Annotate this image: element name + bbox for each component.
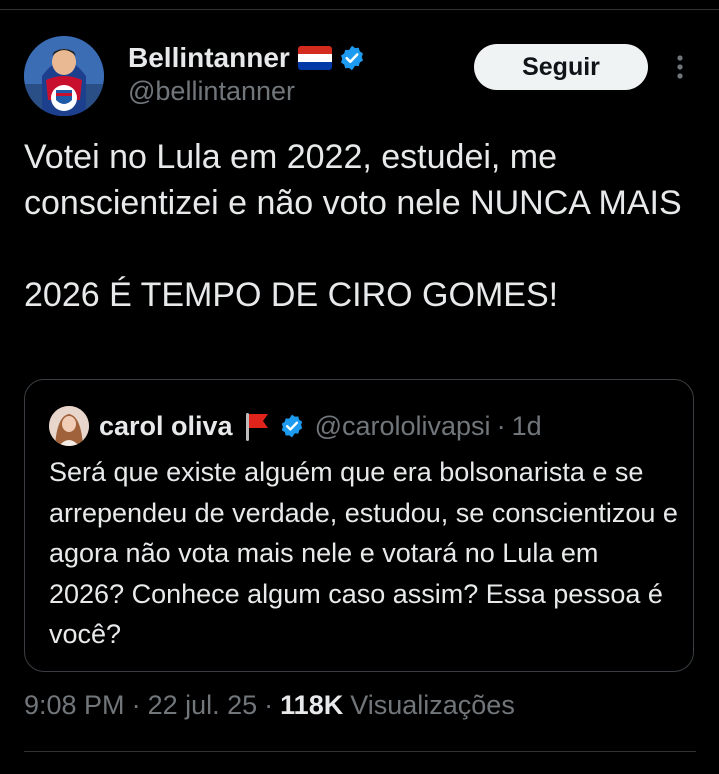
verified-badge-icon xyxy=(338,44,366,72)
verified-badge-icon xyxy=(279,413,305,439)
quote-avatar-image-icon xyxy=(49,406,89,446)
top-divider xyxy=(0,9,719,10)
bottom-divider xyxy=(24,751,696,752)
author-display-name[interactable]: Bellintanner xyxy=(128,42,290,74)
quote-separator: · xyxy=(496,410,506,441)
quote-header: carol oliva @carololivapsi · 1d xyxy=(49,406,542,446)
tweet-date[interactable]: 22 jul. 25 xyxy=(148,690,258,721)
tweet-time[interactable]: 9:08 PM xyxy=(24,690,125,721)
author-avatar[interactable] xyxy=(24,36,104,116)
more-options-icon[interactable] xyxy=(669,52,691,82)
tweet-text: Votei no Lula em 2022, estudei, me consc… xyxy=(24,138,682,314)
red-flag-icon xyxy=(241,410,271,442)
views-count: 118K xyxy=(280,690,344,720)
quote-display-name[interactable]: carol oliva xyxy=(99,411,233,442)
quote-handle[interactable]: @carololivapsi xyxy=(315,411,491,442)
quote-text: Será que existe alguém que era bolsonari… xyxy=(49,457,678,649)
avatar-image-icon xyxy=(24,36,104,116)
quoted-tweet-card[interactable]: carol oliva @carololivapsi · 1d Será que… xyxy=(24,379,694,672)
quote-author-avatar[interactable] xyxy=(49,406,89,446)
views-label: Visualizações xyxy=(350,690,515,720)
author-block: Bellintanner @bellintanner xyxy=(128,40,366,107)
paraguay-flag-icon xyxy=(297,46,332,70)
meta-separator: · xyxy=(264,690,274,720)
display-name-row: Bellintanner xyxy=(128,40,366,76)
meta-separator: · xyxy=(131,690,141,720)
tweet-metadata: 9:08 PM · 22 jul. 25 · 118K Visualizaçõe… xyxy=(24,690,515,721)
author-handle[interactable]: @bellintanner xyxy=(128,76,366,107)
quote-timestamp[interactable]: 1d xyxy=(512,411,542,442)
follow-button[interactable]: Seguir xyxy=(474,44,648,90)
